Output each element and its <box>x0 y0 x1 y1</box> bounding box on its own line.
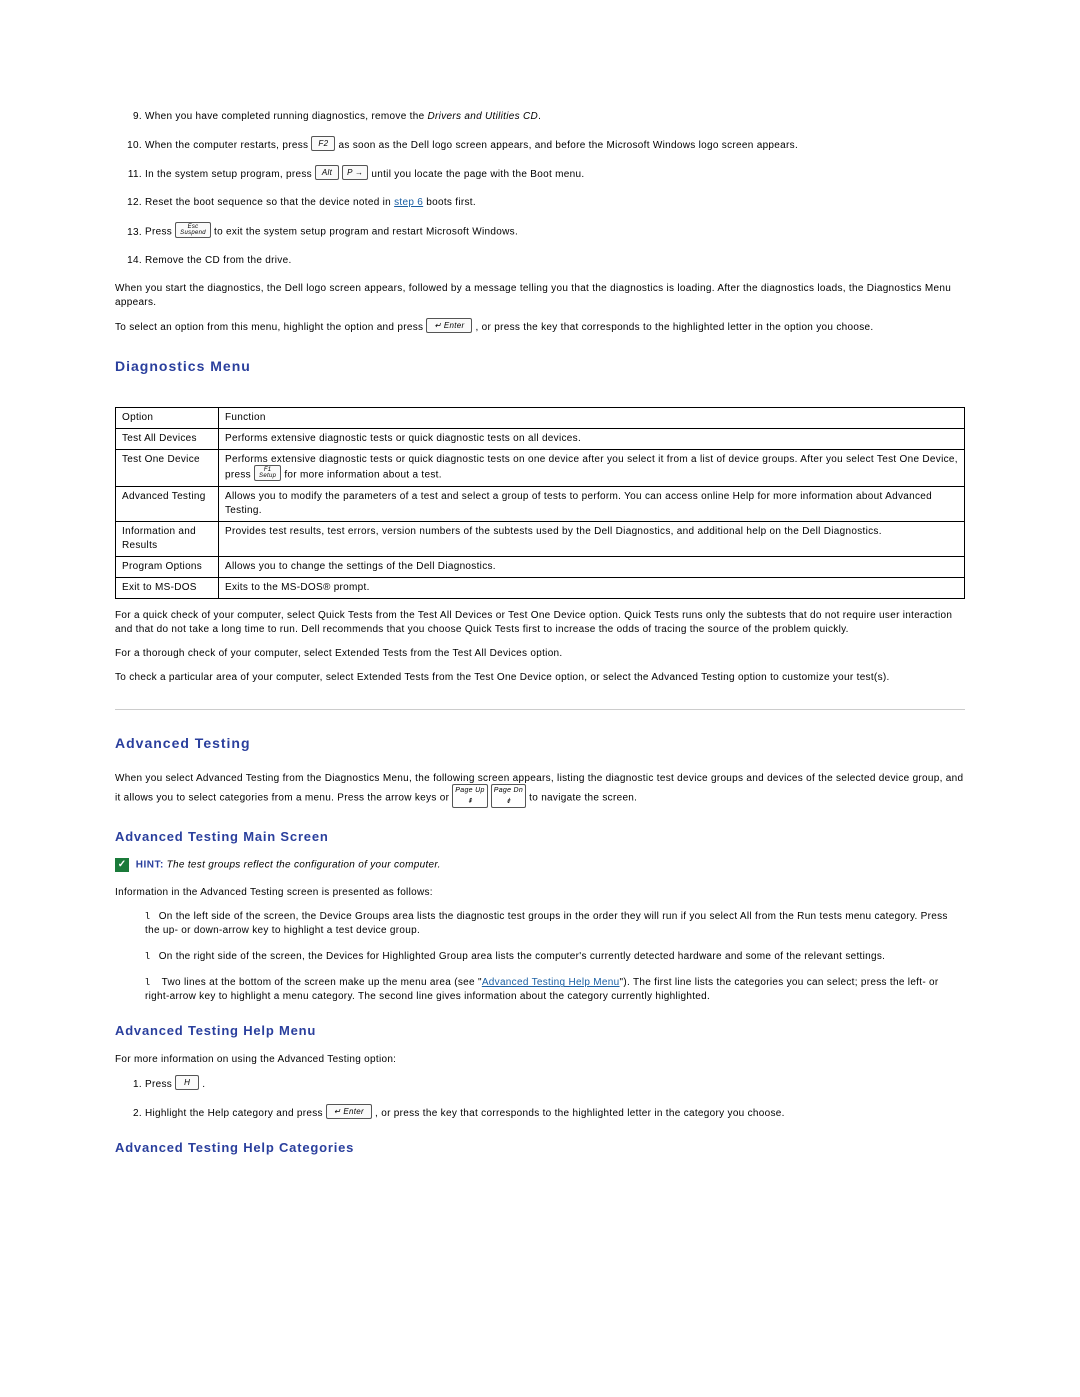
f2-key-icon: F2 <box>311 136 335 151</box>
adv-screen-info-paragraph: Information in the Advanced Testing scre… <box>115 886 965 900</box>
table-row: Test All Devices Performs extensive diag… <box>116 429 965 450</box>
hint-label: HINT: <box>136 859 164 870</box>
step-12: Reset the boot sequence so that the devi… <box>145 196 965 210</box>
table-row: Exit to MS-DOS Exits to the MS-DOS® prom… <box>116 578 965 599</box>
step-9: When you have completed running diagnost… <box>145 110 965 124</box>
list-item: On the left side of the screen, the Devi… <box>145 910 965 938</box>
opt-cell: Test All Devices <box>116 429 219 450</box>
help-menu-intro: For more information on using the Advanc… <box>115 1053 965 1067</box>
fn-cell: Exits to the MS-DOS® prompt. <box>219 578 965 599</box>
para6-b: to navigate the screen. <box>529 792 637 803</box>
help-step-1: Press H . <box>145 1077 965 1092</box>
step10-a: When the computer restarts, press <box>145 140 311 151</box>
step-14: Remove the CD from the drive. <box>145 254 965 268</box>
esc-key-icon: EscSuspend <box>175 222 211 238</box>
enter-key-icon: ↵ Enter <box>426 318 472 333</box>
table-row: Information and Results Provides test re… <box>116 522 965 557</box>
h-key-icon: H <box>175 1075 199 1090</box>
header-function: Function <box>219 408 965 429</box>
f1-key-icon: F1Setup <box>254 465 281 481</box>
opt-cell: Program Options <box>116 557 219 578</box>
step11-a: In the system setup program, press <box>145 169 315 180</box>
step-13: Press EscSuspend to exit the system setu… <box>145 224 965 240</box>
enter-key-icon: ↵ Enter <box>326 1104 372 1119</box>
step-11: In the system setup program, press Alt P… <box>145 167 965 182</box>
step12-a: Reset the boot sequence so that the devi… <box>145 197 394 208</box>
diagnostics-menu-table: Option Function Test All Devices Perform… <box>115 407 965 599</box>
fn-b: for more information about a test. <box>284 470 442 481</box>
step9-text-a: When you have completed running diagnost… <box>145 111 428 122</box>
hs1-a: Press <box>145 1079 175 1090</box>
step13-a: Press <box>145 227 175 238</box>
list-item: On the right side of the screen, the Dev… <box>145 950 965 964</box>
step9-text-b: . <box>538 111 541 122</box>
step6-link[interactable]: step 6 <box>394 197 423 208</box>
diag-load-paragraph: When you start the diagnostics, the Dell… <box>115 282 965 310</box>
quick-tests-paragraph: For a quick check of your computer, sele… <box>115 609 965 637</box>
step-10: When the computer restarts, press F2 as … <box>145 138 965 153</box>
opt-cell: Advanced Testing <box>116 487 219 522</box>
fn-cell: Allows you to modify the parameters of a… <box>219 487 965 522</box>
advanced-testing-heading: Advanced Testing <box>115 734 965 754</box>
pageup-key-icon: Page Up⇞ <box>452 784 487 808</box>
table-row: Test One Device Performs extensive diagn… <box>116 450 965 487</box>
hs2-b: , or press the key that corresponds to t… <box>375 1108 785 1119</box>
alt-key-icon: Alt <box>315 165 339 180</box>
para2-a: To select an option from this menu, high… <box>115 322 426 333</box>
opt-cell: Exit to MS-DOS <box>116 578 219 599</box>
select-option-paragraph: To select an option from this menu, high… <box>115 320 965 335</box>
fn-cell: Performs extensive diagnostic tests or q… <box>219 429 965 450</box>
list-item: Two lines at the bottom of the screen ma… <box>145 976 965 1004</box>
advanced-help-categories-heading: Advanced Testing Help Categories <box>115 1139 965 1157</box>
opt-cell: Information and Results <box>116 522 219 557</box>
extended-all-paragraph: For a thorough check of your computer, s… <box>115 647 965 661</box>
diagnostics-menu-heading: Diagnostics Menu <box>115 357 965 377</box>
hs1-b: . <box>202 1079 205 1090</box>
table-row: Advanced Testing Allows you to modify th… <box>116 487 965 522</box>
step9-italic: Drivers and Utilities CD <box>428 111 539 122</box>
p-key-icon: P → <box>342 165 368 180</box>
step13-b: to exit the system setup program and res… <box>214 227 518 238</box>
extended-one-paragraph: To check a particular area of your compu… <box>115 671 965 685</box>
hs2-a: Highlight the Help category and press <box>145 1108 326 1119</box>
table-row: Program Options Allows you to change the… <box>116 557 965 578</box>
pagedn-key-icon: Page Dn⇟ <box>491 784 526 808</box>
step12-b: boots first. <box>423 197 476 208</box>
divider <box>115 709 965 710</box>
opt-cell: Test One Device <box>116 450 219 487</box>
table-header-row: Option Function <box>116 408 965 429</box>
fn-cell: Performs extensive diagnostic tests or q… <box>219 450 965 487</box>
fn-cell: Allows you to change the settings of the… <box>219 557 965 578</box>
advanced-help-menu-heading: Advanced Testing Help Menu <box>115 1022 965 1040</box>
step11-b: until you locate the page with the Boot … <box>371 169 584 180</box>
advanced-main-screen-heading: Advanced Testing Main Screen <box>115 828 965 846</box>
hint-icon: ✓ <box>115 858 129 872</box>
step10-b: as soon as the Dell logo screen appears,… <box>338 140 798 151</box>
fn-cell: Provides test results, test errors, vers… <box>219 522 965 557</box>
advanced-testing-intro: When you select Advanced Testing from th… <box>115 772 965 810</box>
hint-row: ✓ HINT: The test groups reflect the conf… <box>115 858 965 873</box>
header-option: Option <box>116 408 219 429</box>
adv-help-menu-link[interactable]: Advanced Testing Help Menu <box>482 977 620 988</box>
step14: Remove the CD from the drive. <box>145 255 292 266</box>
help-step-2: Highlight the Help category and press ↵ … <box>145 1106 965 1121</box>
para2-b: , or press the key that corresponds to t… <box>475 322 873 333</box>
help-steps-list: Press H . Highlight the Help category an… <box>115 1077 965 1121</box>
adv-screen-bullets: On the left side of the screen, the Devi… <box>115 910 965 1004</box>
hint-text: The test groups reflect the configuratio… <box>167 859 441 870</box>
b3-a: Two lines at the bottom of the screen ma… <box>162 977 482 988</box>
